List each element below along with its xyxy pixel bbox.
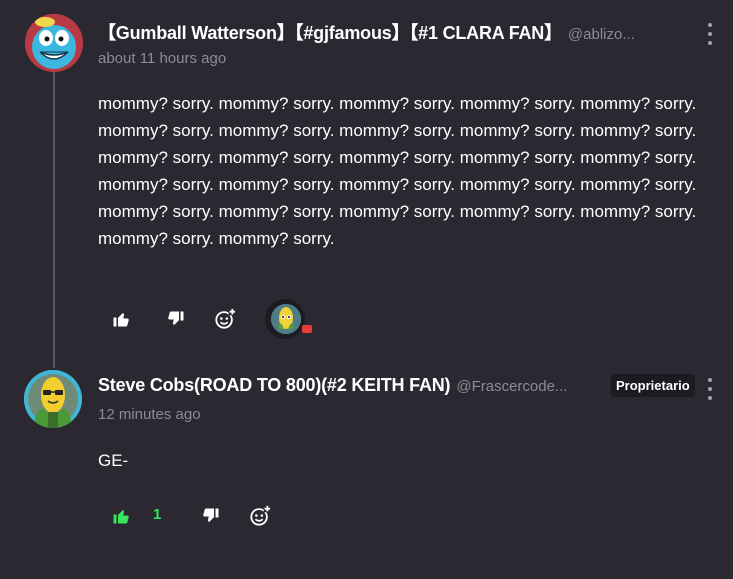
timestamp: 12 minutes ago xyxy=(98,406,201,423)
corn-avatar-icon xyxy=(24,370,82,428)
thread-connector-line xyxy=(53,72,55,368)
author-name[interactable]: Steve Cobs(ROAD TO 800)(#2 KEITH FAN) xyxy=(98,375,451,396)
add-reaction-button[interactable] xyxy=(209,299,241,339)
like-button[interactable] xyxy=(105,299,137,339)
author-handle[interactable]: @Frascercode... xyxy=(456,378,567,395)
like-button[interactable] xyxy=(105,496,137,536)
comment-thread: 【Gumball Watterson】【#gjfamous】【#1 CLARA … xyxy=(0,0,733,579)
timestamp: about 11 hours ago xyxy=(98,50,227,67)
thumbs-up-icon xyxy=(113,510,129,524)
reaction-indicator xyxy=(302,325,312,333)
corn-emoji xyxy=(271,304,301,334)
thumbs-down-icon xyxy=(203,508,219,522)
more-vertical-icon[interactable] xyxy=(703,378,717,400)
comment-body: mommy? sorry. mommy? sorry. mommy? sorry… xyxy=(98,94,697,248)
avatar[interactable] xyxy=(25,14,83,72)
add-reaction-icon xyxy=(250,505,271,526)
author-name[interactable]: 【Gumball Watterson】【#gjfamous】【#1 CLARA … xyxy=(98,19,562,45)
thumbs-up-icon xyxy=(113,313,129,327)
add-reaction-icon xyxy=(215,308,236,329)
owner-badge: Proprietario xyxy=(611,374,695,397)
reaction-chip[interactable] xyxy=(265,299,312,339)
more-vertical-icon[interactable] xyxy=(703,23,717,45)
avatar[interactable] xyxy=(24,370,82,428)
dislike-button[interactable] xyxy=(195,496,227,536)
author-handle[interactable]: @ablizo... xyxy=(568,26,635,43)
dislike-button[interactable] xyxy=(160,299,192,339)
thumbs-down-icon xyxy=(168,311,184,325)
author-row: 【Gumball Watterson】【#gjfamous】【#1 CLARA … xyxy=(98,19,635,45)
comment-body: GE- xyxy=(98,451,129,470)
like-count: 1 xyxy=(153,506,162,523)
add-reaction-button[interactable] xyxy=(244,496,276,536)
gumball-avatar-icon xyxy=(25,14,83,72)
author-row: Steve Cobs(ROAD TO 800)(#2 KEITH FAN) @F… xyxy=(98,375,567,396)
